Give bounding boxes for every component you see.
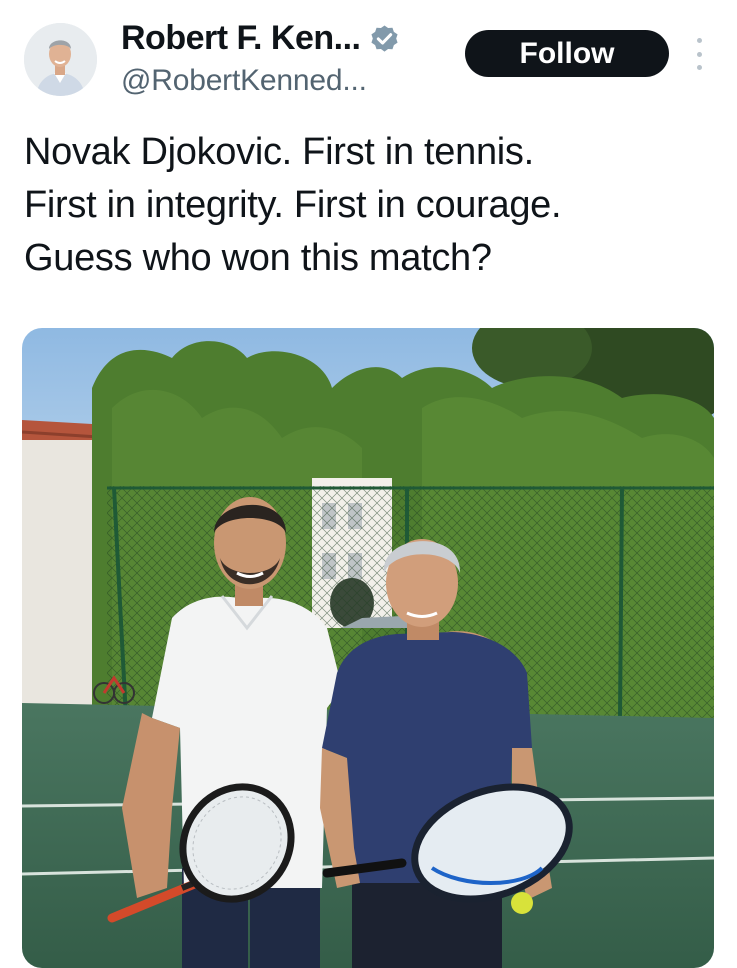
author-handle[interactable]: @RobertKenned... — [121, 64, 367, 98]
tweet-text-line: Novak Djokovic. First in tennis. — [24, 131, 534, 173]
verified-badge-icon — [371, 24, 399, 52]
tweet-text: Novak Djokovic. First in tennis. First i… — [24, 126, 714, 285]
avatar-photo-icon — [24, 23, 97, 96]
author-avatar[interactable] — [24, 23, 97, 96]
tennis-photo-icon — [22, 328, 714, 968]
tweet-text-line: Guess who won this match? — [24, 237, 492, 279]
author-display-name[interactable]: Robert F. Ken... — [121, 19, 361, 58]
author-name-row[interactable]: Robert F. Ken... — [121, 16, 401, 60]
tweet-media-photo[interactable] — [22, 328, 714, 968]
follow-button[interactable]: Follow — [465, 30, 669, 77]
tweet-text-line: First in integrity. First in courage. — [24, 184, 562, 226]
more-vertical-icon[interactable] — [690, 38, 708, 70]
